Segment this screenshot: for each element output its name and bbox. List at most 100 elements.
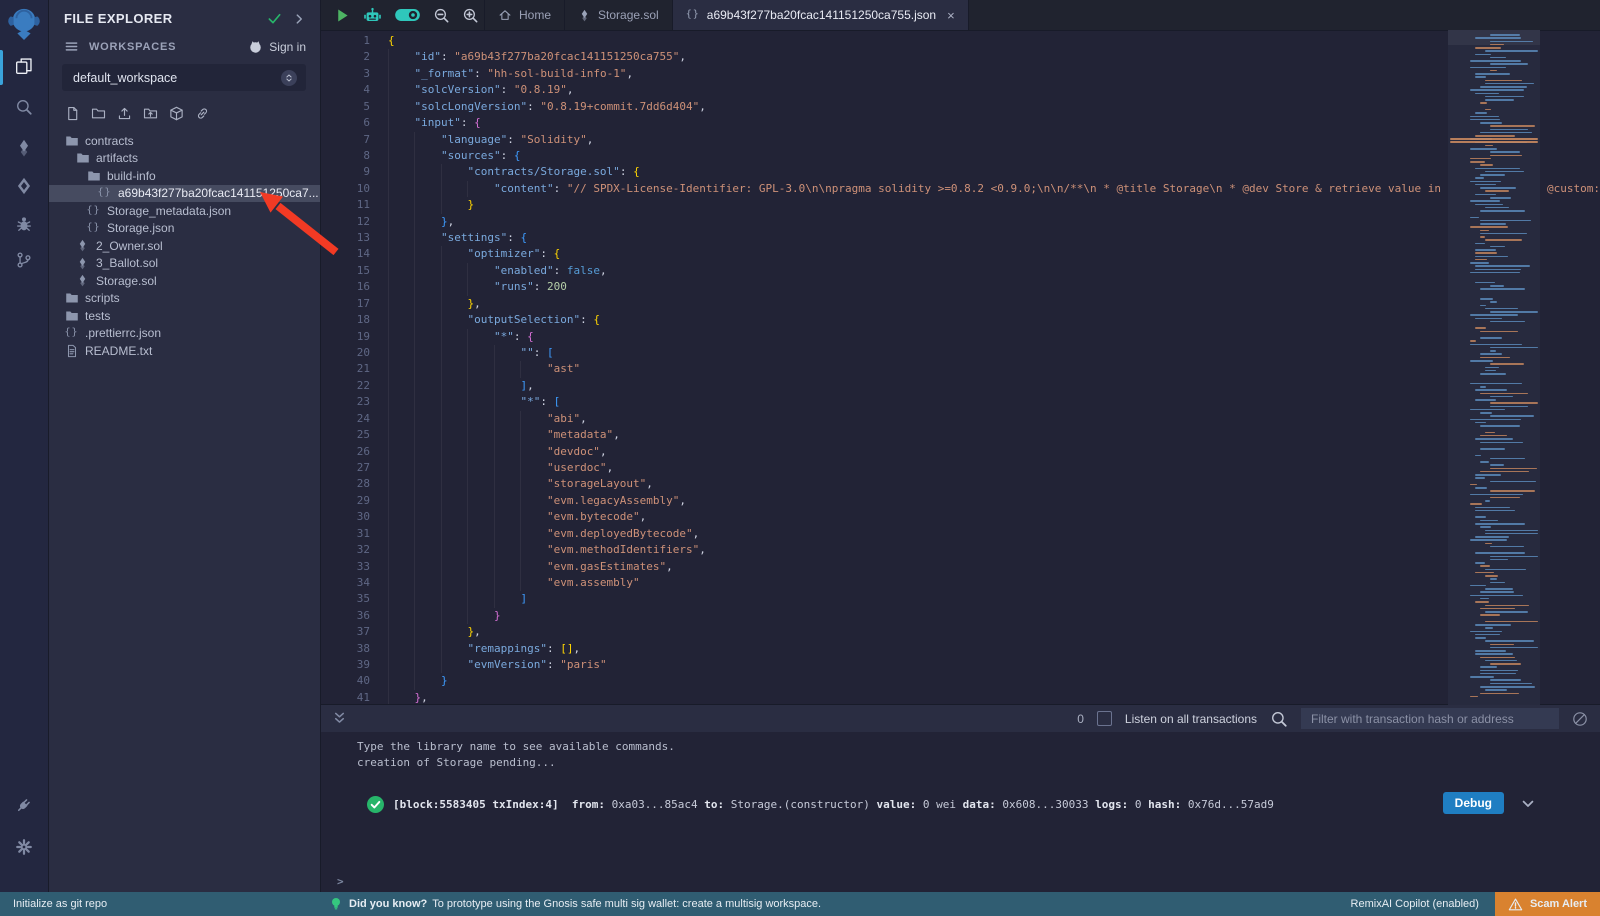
tree-item[interactable]: scripts xyxy=(48,290,320,308)
tx-segment: 0 wei xyxy=(916,798,962,811)
rail-item-search[interactable] xyxy=(0,98,48,116)
robot-icon[interactable] xyxy=(363,6,382,25)
line-number: 28 xyxy=(320,476,370,492)
code-token: [] xyxy=(560,642,573,655)
code-token xyxy=(388,642,467,655)
code-line: "devdoc", xyxy=(375,444,1600,460)
play-icon[interactable] xyxy=(334,7,351,24)
code-line: } xyxy=(375,197,1600,213)
tree-item-label: README.txt xyxy=(85,344,152,358)
code-token: "runs" xyxy=(494,280,534,293)
code-token: , xyxy=(421,691,428,704)
code-token xyxy=(388,100,415,113)
tx-segment: Storage.(constructor) xyxy=(724,798,876,811)
tree-item[interactable]: {}.prettierrc.json xyxy=(48,325,320,343)
tree-item[interactable]: 2_Owner.sol xyxy=(48,237,320,255)
circle-slash-icon[interactable] xyxy=(1572,711,1588,727)
code-line: "evm.assembly" xyxy=(375,575,1600,591)
code-line: "remappings": [], xyxy=(375,641,1600,657)
code-line: "evmVersion": "paris" xyxy=(375,657,1600,673)
tree-item[interactable]: README.txt xyxy=(48,342,320,360)
sign-in-button[interactable]: Sign in xyxy=(248,39,306,54)
tab-storage-sol[interactable]: Storage.sol xyxy=(565,0,673,30)
chevron-down-icon[interactable] xyxy=(1520,796,1536,812)
tree-item[interactable]: {}a69b43f277ba20fcac141151250ca7... xyxy=(48,185,320,203)
code-token: : xyxy=(501,83,514,96)
code-token: : xyxy=(580,313,593,326)
code-token: : xyxy=(534,346,547,359)
upload-file-icon[interactable] xyxy=(117,106,132,121)
code-token: : xyxy=(547,658,560,671)
plugin-manager-icon xyxy=(15,796,33,814)
code-token: , xyxy=(573,642,580,655)
code-editor[interactable]: 1234567891011121314151617181920212223242… xyxy=(320,30,1600,705)
sign-in-label: Sign in xyxy=(269,40,306,54)
tree-item[interactable]: contracts xyxy=(48,132,320,150)
close-tab-icon[interactable]: × xyxy=(947,8,955,23)
code-token: , xyxy=(646,477,653,490)
rail-item-solidity-compiler[interactable] xyxy=(0,139,48,157)
zoom-out-icon[interactable] xyxy=(433,7,450,24)
code-line: "evm.deployedBytecode", xyxy=(375,526,1600,542)
rail-item-settings[interactable] xyxy=(0,838,48,856)
listen-all-transactions-checkbox[interactable] xyxy=(1097,711,1112,726)
rail-item-deploy-run[interactable] xyxy=(0,177,48,195)
upload-folder-icon[interactable] xyxy=(143,106,158,121)
code-content[interactable]: { "id": "a69b43f277ba20fcac141151250ca75… xyxy=(375,33,1600,705)
tree-item[interactable]: {}Storage.json xyxy=(48,220,320,238)
minimap[interactable] xyxy=(1448,30,1540,705)
tree-item-label: 3_Ballot.sol xyxy=(96,256,158,270)
code-token: : xyxy=(441,50,454,63)
line-number: 10 xyxy=(320,181,370,197)
code-token: } xyxy=(441,674,448,687)
rail-item-plugin-manager[interactable] xyxy=(0,796,48,814)
zoom-in-icon[interactable] xyxy=(462,7,479,24)
transaction-row[interactable]: [block:5583405 txIndex:4] from: 0xa03...… xyxy=(320,791,1600,817)
copilot-status[interactable]: RemixAI Copilot (enabled) xyxy=(1351,898,1479,910)
code-token: "_format" xyxy=(415,67,475,80)
tree-item[interactable]: artifacts xyxy=(48,150,320,168)
code-line: "input": { xyxy=(375,115,1600,131)
scam-alert-badge[interactable]: Scam Alert xyxy=(1495,892,1600,916)
tree-item[interactable]: tests xyxy=(48,307,320,325)
chevron-right-icon[interactable] xyxy=(292,12,306,26)
debug-button[interactable]: Debug xyxy=(1443,792,1504,814)
tab-home[interactable]: Home xyxy=(484,0,565,30)
code-line: "evm.bytecode", xyxy=(375,509,1600,525)
double-chevron-down-icon[interactable] xyxy=(332,711,347,726)
terminal-prompt[interactable]: > xyxy=(337,875,344,888)
rail-item-git[interactable] xyxy=(0,251,48,269)
line-number: 16 xyxy=(320,279,370,295)
line-number: 18 xyxy=(320,312,370,328)
workspace-select[interactable]: default_workspace xyxy=(62,64,306,91)
tree-item[interactable]: 3_Ballot.sol xyxy=(48,255,320,273)
rail-item-remix-logo[interactable] xyxy=(0,5,48,41)
cube-icon[interactable] xyxy=(169,106,184,121)
line-number: 11 xyxy=(320,197,370,213)
new-file-icon[interactable] xyxy=(65,106,80,121)
toggle-on-icon[interactable] xyxy=(394,6,421,24)
code-line: "runs": 200 xyxy=(375,279,1600,295)
line-number: 30 xyxy=(320,509,370,525)
new-folder-icon[interactable] xyxy=(91,106,106,121)
line-number: 27 xyxy=(320,460,370,476)
rail-item-debugger[interactable] xyxy=(0,215,48,233)
rail-item-file-explorer[interactable] xyxy=(0,57,48,75)
tree-item-label: .prettierrc.json xyxy=(85,326,161,340)
hamburger-menu-icon[interactable] xyxy=(64,39,79,54)
git-init-button[interactable]: Initialize as git repo xyxy=(13,898,107,910)
tree-item[interactable]: {}Storage_metadata.json xyxy=(48,202,320,220)
line-number: 15 xyxy=(320,263,370,279)
code-token: : xyxy=(620,165,633,178)
code-line: "*": { xyxy=(375,329,1600,345)
code-line: "evm.gasEstimates", xyxy=(375,559,1600,575)
tree-item[interactable]: Storage.sol xyxy=(48,272,320,290)
file-tree: contracts artifactsbuild-info{}a69b43f277… xyxy=(48,132,320,360)
transaction-filter-input[interactable] xyxy=(1301,708,1559,729)
search-icon[interactable] xyxy=(1270,710,1288,728)
code-token: , xyxy=(626,67,633,80)
tab-a69b43f277ba20fcac141151250ca755-json[interactable]: {}a69b43f277ba20fcac141151250ca755.json× xyxy=(673,0,969,30)
tree-item-label: contracts xyxy=(85,134,134,148)
tree-item[interactable]: build-info xyxy=(48,167,320,185)
link-icon[interactable] xyxy=(195,106,210,121)
